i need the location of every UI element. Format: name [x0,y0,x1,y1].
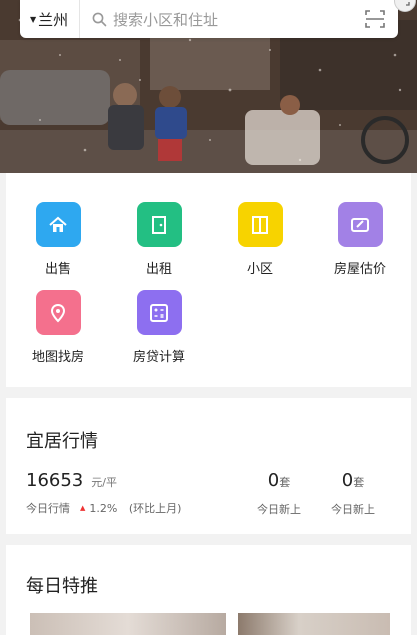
avg-price-value: 16653 [26,470,84,491]
daily-title: 每日特推 [26,576,98,597]
search-placeholder: 搜索小区和住址 [113,10,219,29]
home-icon [35,202,81,247]
scan-icon [365,10,385,28]
search-icon [92,12,107,26]
menu-label-sell: 出售 [44,262,71,277]
change-value: 1.2% [89,502,118,515]
map-pin-icon [35,290,81,335]
menu-label-community: 小区 [246,262,273,277]
new-listings-label: 今日新上 [257,503,301,516]
door-icon [136,202,182,247]
new-listings-count: 0 [267,470,280,491]
new-listings-stat-2[interactable]: 0套 今日新上 [331,470,375,517]
trend-up-icon: ▲ [80,504,86,512]
menu-label-mortgage-calc: 房贷计算 [132,350,185,365]
city-label: 兰州 [38,10,69,29]
new-listings-unit-2: 套 [353,476,365,489]
estimate-icon [337,202,383,247]
today-label: 今日行情 [26,502,70,515]
menu-label-estimate: 房屋估价 [333,262,386,277]
avg-price-unit: 元/平 [91,476,117,489]
new-listings-stat[interactable]: 0套 今日新上 [257,470,301,517]
new-listings-label-2: 今日新上 [331,503,375,516]
daily-thumbnails [30,613,390,635]
menu-item-sell[interactable]: 出售 [8,202,108,277]
market-title: 宜居行情 [26,431,98,452]
avg-price: 16653 元/平 [26,470,117,491]
menu-item-community[interactable]: 小区 [210,202,310,277]
city-selector[interactable]: ▼ 兰州 [20,0,80,38]
menu-item-mortgage-calc[interactable]: 房贷计算 [109,290,209,365]
change-compare: (环比上月) [128,502,182,515]
quick-menu-card: 出售 出租 小区 房屋估价 地图找房 房贷计算 [6,173,411,387]
market-trend: 今日行情 ▲ 1.2% (环比上月) [26,500,181,516]
menu-item-map-search[interactable]: 地图找房 [8,290,108,365]
listing-thumbnail[interactable] [30,613,226,635]
caret-down-icon: ▼ [30,14,37,24]
scan-button[interactable] [352,9,398,29]
calculator-icon [136,290,182,335]
expand-icon [400,0,410,6]
listing-thumbnail[interactable] [238,613,390,635]
new-listings-count-2: 0 [341,470,354,491]
app-page: ▼ 兰州 搜索小区和住址 出售 出租 小区 房屋估价 地图找房 房贷计算 宜居行… [0,0,417,635]
menu-item-estimate[interactable]: 房屋估价 [310,202,410,277]
menu-label-map-search: 地图找房 [31,350,84,365]
search-bar: ▼ 兰州 搜索小区和住址 [20,0,416,38]
menu-label-rent: 出租 [145,262,172,277]
book-icon [237,202,283,247]
daily-picks-card: 每日特推 [6,545,411,635]
market-card: 宜居行情 16653 元/平 今日行情 ▲ 1.2% (环比上月) 0套 今日新上 … [6,398,411,534]
menu-item-rent[interactable]: 出租 [109,202,209,277]
search-input[interactable]: 搜索小区和住址 [80,9,352,30]
new-listings-unit: 套 [279,476,291,489]
